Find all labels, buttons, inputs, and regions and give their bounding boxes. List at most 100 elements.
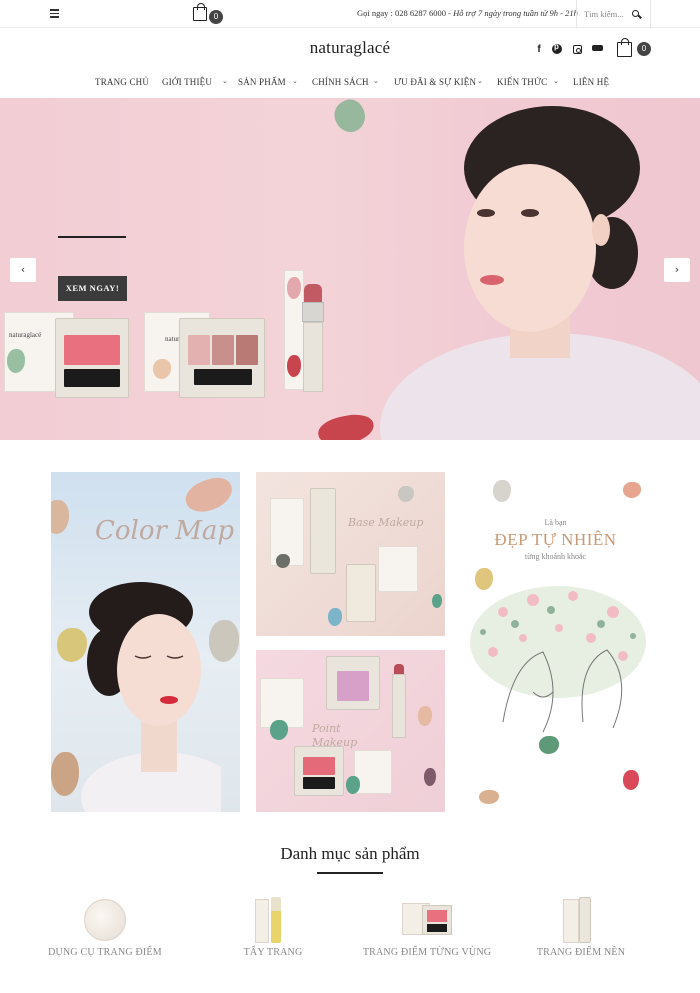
category-image [561,895,601,943]
color-map-script: Color Map [95,516,234,546]
search-input[interactable] [584,6,634,22]
color-swatch [51,752,79,796]
color-swatch [623,482,641,498]
color-swatch [493,480,511,502]
youtube-icon[interactable] [592,44,603,54]
color-swatch [432,594,442,608]
nav-item-promotions[interactable]: ƯU ĐÃI & SỰ KIỆN [394,77,476,87]
floral-illustration [470,586,646,733]
cart-count-badge: 0 [209,10,223,24]
category-makeup-remover[interactable]: TẨY TRANG [193,895,353,958]
category-makeup-tools[interactable]: DỤNG CỤ TRANG ĐIỂM [25,895,185,958]
category-label: TRANG ĐIỂM TỪNG VÙNG [362,947,492,958]
chevron-down-icon[interactable]: ⌄ [553,77,559,85]
hotline-hours: Hỗ trợ 7 ngày trong tuần từ 9h - 21h [453,8,578,18]
nav-item-knowledge[interactable]: KIẾN THỨC [497,77,547,87]
view-now-button[interactable]: XEM NGAY! [58,276,127,301]
chevron-down-icon[interactable]: ⌄ [292,77,298,85]
lipstick-bullet [304,284,322,302]
nav-item-policy[interactable]: CHÍNH SÁCH [312,77,369,87]
blush-pan [337,671,369,701]
facebook-icon[interactable]: f [535,44,543,55]
color-swatch [329,98,371,138]
nav-item-about[interactable]: GIỚI THIỆU [162,77,212,87]
lipstick-collar [302,302,324,322]
foundation-tube [310,488,336,574]
category-label: TẨY TRANG [243,947,303,958]
header-cart-button[interactable]: 0 [617,38,653,60]
color-swatch [479,790,499,804]
product-box [378,546,418,592]
natural-title: ĐẸP TỰ NHIÊN [494,530,617,549]
product-box-brand: naturaglacé [9,331,42,339]
top-bar: 0 Gọi ngay : 028 6287 6000 - Hỗ trợ 7 ng… [0,0,700,28]
hotline-text: Gọi ngay : 028 6287 6000 - Hỗ trợ 7 ngày… [357,8,578,18]
color-swatch [424,768,436,786]
color-swatch [287,355,301,377]
hero-accent-line [58,236,126,238]
lipstick-tube [303,322,323,392]
color-swatch [418,706,432,726]
brush-tray [303,777,335,789]
foundation-bottle [346,564,376,622]
hotline-label: Gọi ngay : 028 6287 6000 - [357,8,454,18]
eyeshadow-pan [236,335,258,365]
product-box [354,750,392,794]
category-base-makeup[interactable]: TRANG ĐIỂM NỀN [501,895,661,958]
color-swatch [287,277,301,299]
menu-icon[interactable] [50,9,59,18]
model-portrait [380,106,700,440]
search-icon[interactable] [632,10,639,17]
nav-item-home[interactable]: TRANG CHỦ [95,77,149,87]
model-portrait [81,582,221,812]
tile-point-makeup[interactable]: Point Makeup [256,650,445,812]
divider [650,0,651,28]
lipstick-box [284,270,304,390]
hero-banner[interactable]: XEM NGAY! naturaglacé naturaglacé ‹ › [0,98,700,440]
base-makeup-script: Base Makeup [348,516,424,529]
category-label: DỤNG CỤ TRANG ĐIỂM [48,947,162,958]
cart-count-badge: 0 [637,42,651,56]
chevron-right-icon[interactable]: › [664,258,690,282]
natural-tagline-bottom: từng khoảnh khoắc [524,552,587,561]
search-box [578,0,650,28]
lipstick-bullet [394,664,404,674]
brush-tray [64,369,120,387]
natural-tagline-top: Là bạn [544,518,567,527]
shopping-bag-icon [193,3,207,21]
shopping-bag-icon [617,38,632,57]
lipstick-tube [392,674,406,738]
color-swatch [51,500,69,534]
color-swatch [181,472,237,518]
chevron-down-icon[interactable]: ⌄ [373,77,379,85]
section-title: Danh mục sản phẩm [280,844,420,863]
tile-natural-beauty[interactable]: Là bạn ĐẸP TỰ NHIÊN từng khoảnh khoắc [461,472,650,812]
pinterest-icon[interactable] [552,42,562,54]
color-swatch [270,720,288,740]
nav-item-products[interactable]: SẢN PHẨM [238,77,286,87]
nav-item-contact[interactable]: LIÊN HỆ [573,77,609,87]
category-point-makeup[interactable]: TRANG ĐIỂM TỪNG VÙNG [347,895,507,958]
color-swatch [7,349,25,373]
eyeshadow-compact [179,318,265,398]
brush-tray [194,369,252,385]
instagram-icon[interactable] [573,45,582,54]
blush-pan [303,757,335,775]
category-image [80,895,130,943]
top-cart-button[interactable]: 0 [193,3,223,24]
blush-compact [294,746,344,796]
main-nav: TRANG CHỦ GIỚI THIỆU ⌄ SẢN PHẨM ⌄ CHÍNH … [0,77,700,91]
category-image [400,895,454,943]
chevron-down-icon[interactable]: ⌄ [477,77,483,85]
tile-base-makeup[interactable]: Base Makeup [256,472,445,636]
blush-compact [326,656,380,710]
color-swatch [398,486,414,502]
divider [576,0,577,28]
chevron-down-icon[interactable]: ⌄ [222,77,228,85]
category-label: TRANG ĐIỂM NỀN [536,947,626,958]
eyeshadow-pan [212,335,234,365]
category-image [253,895,293,943]
chevron-left-icon[interactable]: ‹ [10,258,36,282]
color-swatch [328,608,342,626]
tile-color-map[interactable]: Color Map [51,472,240,812]
